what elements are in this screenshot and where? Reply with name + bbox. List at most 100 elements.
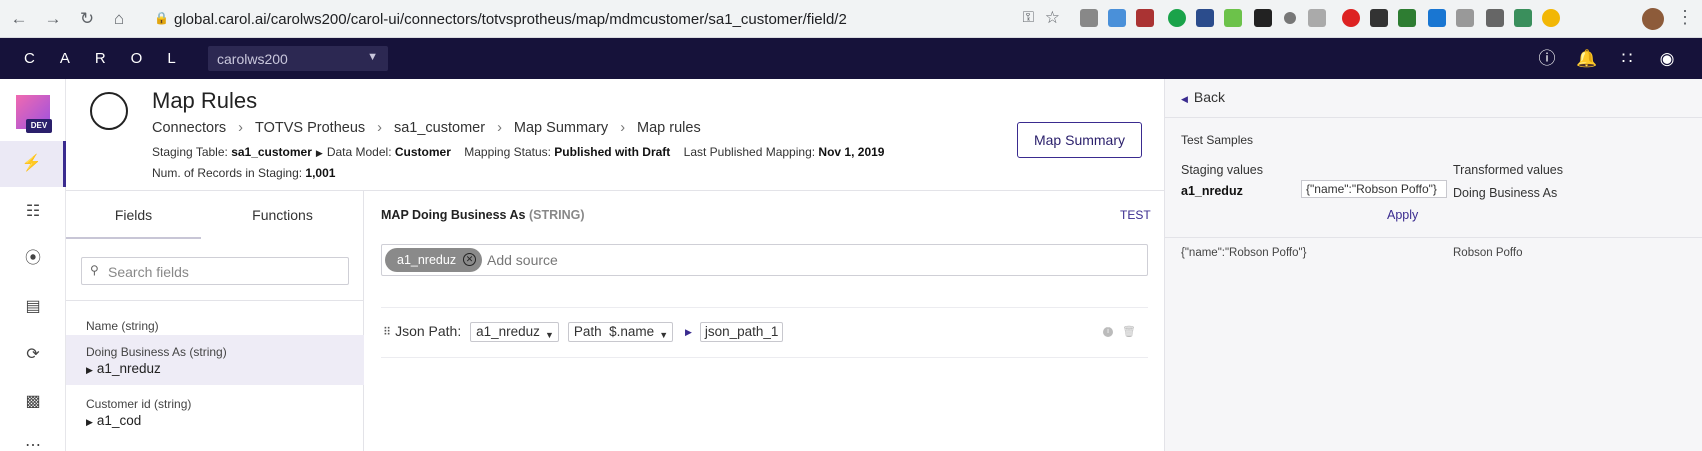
more-menu-icon[interactable]: ⋮ — [1676, 7, 1694, 28]
environment-select[interactable]: carolws200 ▼ — [208, 46, 388, 71]
map-title: MAP Doing Business As (STRING) — [381, 208, 585, 222]
user-icon[interactable]: ◉ — [1656, 48, 1678, 70]
browser-toolbar: ← → ↻ ⌂ 🔒 global.carol.ai/carolws200/car… — [0, 0, 1702, 38]
connectors-plug-icon[interactable]: ⚡ — [0, 141, 66, 187]
data-model-label: Data Model: — [326, 145, 392, 159]
dev-badge: DEV — [26, 119, 52, 133]
tab-fields[interactable]: Fields — [66, 191, 201, 239]
fields-panel: Fields Functions ⚲ Search fields Name (s… — [66, 191, 364, 451]
chart-icon[interactable]: ▤ — [0, 284, 66, 330]
key-icon[interactable]: ⚿ — [1023, 9, 1034, 26]
extension-icon[interactable] — [1456, 9, 1474, 27]
test-link[interactable]: TEST — [1120, 208, 1151, 222]
tab-functions[interactable]: Functions — [201, 191, 364, 239]
extension-icon[interactable] — [1168, 9, 1186, 27]
compass-icon[interactable]: ⦿ — [0, 236, 66, 282]
home-icon[interactable]: ⌂ — [108, 8, 130, 30]
back-arrow-icon[interactable]: ← — [8, 8, 30, 30]
extension-icon[interactable] — [1428, 9, 1446, 27]
map-title-text: MAP Doing Business As — [381, 208, 526, 222]
extension-icon[interactable] — [1542, 9, 1560, 27]
chevron-down-icon: ▼ — [659, 330, 669, 340]
records-label: Num. of Records in Staging: — [152, 166, 303, 180]
extension-icon[interactable] — [1370, 9, 1388, 27]
extension-icon[interactable] — [1080, 9, 1098, 27]
apply-button[interactable]: Apply — [1387, 208, 1418, 222]
extension-icon[interactable] — [1398, 9, 1416, 27]
address-bar[interactable]: 🔒 global.carol.ai/carolws200/carol-ui/co… — [140, 6, 1070, 32]
extension-icon[interactable] — [1514, 9, 1532, 27]
database-icon[interactable]: ☷ — [0, 189, 66, 235]
staging-table-label: Staging Table: — [152, 145, 228, 159]
chevron-down-icon: ▼ — [545, 330, 554, 340]
app-header: CAROL carolws200 ▼ ⓘ 🔔 ∷ ◉ — [0, 38, 1702, 79]
extension-icon[interactable] — [1108, 9, 1126, 27]
extension-icon[interactable] — [1308, 9, 1326, 27]
apps-grid-icon[interactable]: ∷ — [1616, 48, 1638, 70]
breadcrumb-map-summary[interactable]: Map Summary — [514, 120, 608, 136]
back-label: Back — [1193, 89, 1226, 105]
field-item[interactable]: Doing Business As (string) ▶ a1_nreduz — [66, 335, 364, 385]
data-model-value: Customer — [394, 145, 451, 159]
field-name-text: a1_nreduz — [96, 361, 161, 376]
search-input[interactable]: ⚲ Search fields — [81, 257, 349, 285]
rule-path-prefix: Path — [573, 324, 602, 339]
forward-arrow-icon[interactable]: → — [42, 8, 64, 30]
divider — [1165, 237, 1702, 238]
source-chip[interactable]: a1_nreduz ✕ — [385, 248, 483, 272]
more-icon[interactable]: ⋯ — [0, 423, 66, 451]
breadcrumb-totvs-protheus[interactable]: TOTVS Protheus — [255, 120, 365, 136]
breadcrumb-sa1-customer[interactable]: sa1_customer — [394, 120, 485, 136]
triangle-left-icon: ◀ — [1181, 94, 1188, 104]
last-published-value: Nov 1, 2019 — [818, 145, 885, 159]
chevron-right-icon: › — [238, 120, 243, 136]
map-summary-button[interactable]: Map Summary — [1017, 122, 1142, 158]
map-type: (STRING) — [528, 208, 585, 222]
triangle-right-icon[interactable]: ▶ — [86, 417, 93, 427]
back-button[interactable]: ◀ Back — [1181, 89, 1225, 105]
info-icon[interactable]: i — [1103, 327, 1113, 337]
add-source-placeholder: Add source — [487, 252, 558, 268]
reload-icon[interactable]: ↻ — [76, 8, 98, 30]
close-icon[interactable]: ✕ — [463, 253, 477, 266]
records-value: 1,001 — [305, 166, 336, 180]
test-sample-input[interactable]: {"name":"Robson Poffo"} — [1301, 180, 1447, 198]
triangle-right-icon: ▶ — [315, 148, 323, 158]
extension-icon[interactable] — [1254, 9, 1272, 27]
last-published-label: Last Published Mapping: — [683, 145, 816, 159]
breadcrumb-map-rules: Map rules — [637, 120, 701, 136]
source-chip-label: a1_nreduz — [397, 253, 457, 267]
source-input[interactable]: a1_nreduz ✕ Add source — [381, 244, 1148, 276]
mapping-status-value: Published with Draft — [554, 145, 671, 159]
profile-avatar[interactable] — [1642, 8, 1664, 30]
help-icon[interactable]: ⓘ — [1536, 48, 1558, 70]
staging-table-value: sa1_customer — [231, 145, 312, 159]
trash-icon[interactable]: 🗑 — [1122, 325, 1136, 338]
staging-values-header: Staging values — [1181, 163, 1264, 177]
mapping-metadata: Staging Table: sa1_customer ▶ Data Model: … — [152, 145, 884, 159]
test-panel: ◀ Back Test Samples Staging values Transf… — [1164, 79, 1702, 451]
bookmark-star-icon[interactable]: ☆ — [1045, 8, 1060, 28]
url-text[interactable]: global.carol.ai/carolws200/carol-ui/conn… — [174, 11, 847, 28]
extension-icon[interactable] — [1196, 9, 1214, 27]
extension-icon[interactable] — [1284, 12, 1296, 24]
triangle-right-icon[interactable]: ▶ — [86, 365, 93, 375]
search-icon: ⚲ — [90, 263, 99, 277]
rule-path-select[interactable]: Path $.name ▼ — [567, 322, 674, 342]
drag-handle-icon[interactable]: ⠿ — [383, 327, 391, 339]
breadcrumb-connectors[interactable]: Connectors — [152, 120, 226, 136]
extension-icon[interactable] — [1224, 9, 1242, 27]
bell-icon[interactable]: 🔔 — [1576, 48, 1598, 70]
rule-source-select[interactable]: a1_nreduz ▼ — [470, 322, 559, 342]
field-item[interactable]: Customer id (string) ▶ a1_cod — [66, 387, 364, 439]
extension-icon[interactable] — [1486, 9, 1504, 27]
triangle-right-icon: ▶ — [685, 326, 692, 337]
carol-logo[interactable]: CAROL — [24, 50, 201, 67]
rule-output-field[interactable]: json_path_1 — [699, 322, 784, 342]
sync-icon[interactable]: ⟳ — [0, 332, 66, 378]
test-samples-heading: Test Samples — [1181, 133, 1254, 147]
chip-icon[interactable]: ▩ — [0, 379, 66, 425]
field-label: Name (string) — [86, 319, 159, 333]
extension-icon[interactable] — [1342, 9, 1360, 27]
extension-icon[interactable] — [1136, 9, 1154, 27]
